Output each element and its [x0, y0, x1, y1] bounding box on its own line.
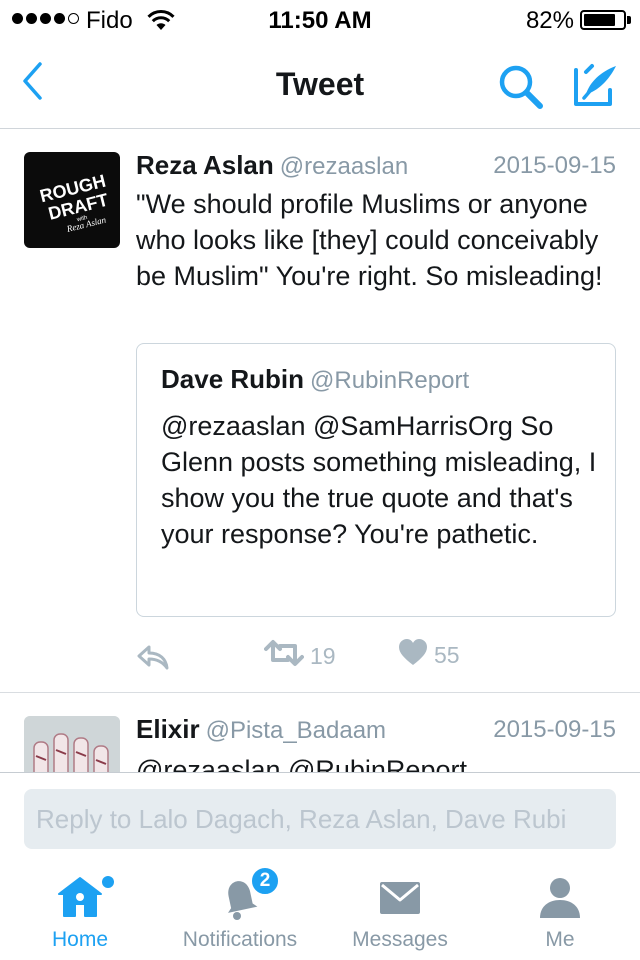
- tweet-header: Reza Aslan @rezaaslan 2015-09-15: [136, 150, 616, 184]
- notification-badge: 2: [250, 866, 280, 896]
- envelope-icon: [375, 872, 425, 927]
- compose-tweet-button[interactable]: [570, 60, 622, 110]
- battery-percent: 82%: [525, 7, 574, 34]
- reply-bar: [0, 772, 640, 858]
- tab-label: Home: [51, 928, 109, 951]
- tweet-actions: 19 55: [136, 638, 616, 678]
- like-button[interactable]: 55: [398, 638, 460, 672]
- compose-icon: [570, 64, 622, 114]
- reply-input[interactable]: [24, 789, 616, 849]
- tab-messages[interactable]: Messages: [320, 860, 480, 960]
- retweet-count: 19: [310, 642, 336, 669]
- tab-bar: Home 2 Notifications Messages Me: [0, 860, 640, 960]
- quoted-author-name: Dave Rubin: [161, 364, 305, 394]
- search-icon: [496, 65, 546, 116]
- quoted-tweet-text: @rezaaslan @SamHarrisOrg So Glenn posts …: [161, 411, 597, 549]
- new-content-dot: [102, 876, 114, 888]
- like-count: 55: [434, 641, 460, 668]
- quoted-author-handle: @RubinReport: [310, 367, 470, 394]
- reply-button[interactable]: [136, 644, 170, 676]
- avatar[interactable]: [24, 716, 120, 772]
- tweet-text: "We should profile Muslims or anyone who…: [136, 189, 603, 291]
- quoted-tweet-header: Dave Rubin @RubinReport: [161, 364, 469, 395]
- author-name[interactable]: Reza Aslan: [136, 150, 274, 180]
- author-handle[interactable]: @Pista_Badaam: [206, 717, 386, 744]
- home-icon: [55, 872, 105, 927]
- search-button[interactable]: [496, 62, 546, 112]
- heart-icon: [398, 638, 428, 672]
- tweet-text: @rezaaslan @RubinReport: [136, 755, 467, 772]
- battery-icon: [580, 10, 626, 30]
- tab-home[interactable]: Home: [0, 860, 160, 960]
- author-name[interactable]: Elixir: [136, 714, 200, 744]
- tab-notifications[interactable]: 2 Notifications: [160, 860, 320, 960]
- person-icon: [535, 872, 585, 927]
- tweet-header: Elixir @Pista_Badaam 2015-09-15: [136, 714, 616, 748]
- tweet-date: 2015-09-15: [493, 716, 616, 743]
- reply-icon: [136, 644, 170, 676]
- tab-me[interactable]: Me: [480, 860, 640, 960]
- tab-label: Notifications: [182, 928, 298, 951]
- tweet[interactable]: ROUGH DRAFT with Reza Aslan Reza Aslan @r…: [0, 130, 640, 693]
- nav-bar: Tweet: [0, 40, 640, 129]
- status-bar: Fido 11:50 AM 82%: [0, 0, 640, 40]
- tweet[interactable]: Elixir @Pista_Badaam 2015-09-15 @rezaasla…: [0, 694, 640, 772]
- retweet-icon: [264, 638, 304, 674]
- author-handle[interactable]: @rezaaslan: [280, 153, 408, 180]
- retweet-button[interactable]: 19: [264, 638, 336, 674]
- tab-label: Messages: [352, 928, 448, 951]
- tab-label: Me: [545, 928, 575, 951]
- avatar[interactable]: ROUGH DRAFT with Reza Aslan: [24, 152, 120, 248]
- tweet-date: 2015-09-15: [493, 152, 616, 179]
- quoted-tweet[interactable]: Dave Rubin @RubinReport @rezaaslan @SamHa…: [136, 343, 616, 617]
